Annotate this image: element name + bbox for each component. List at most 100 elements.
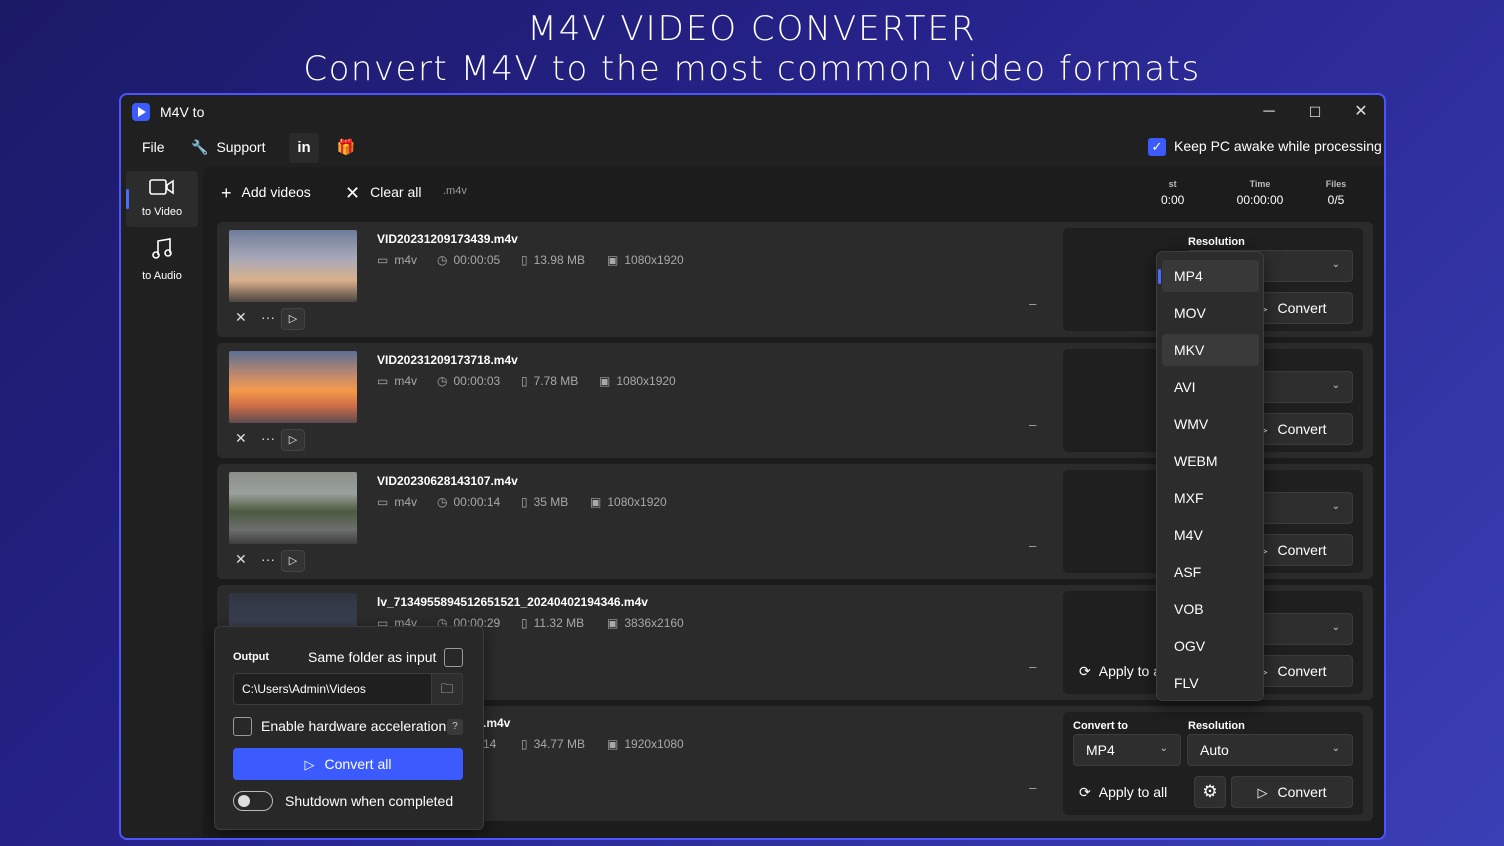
stat-time: Time 00:00:00: [1235, 179, 1285, 207]
format-option-wmv[interactable]: WMV: [1162, 408, 1259, 440]
stat-files-value: 0/5: [1327, 193, 1345, 207]
minimize-button[interactable]: ─: [1249, 99, 1289, 125]
apply-to-all-button[interactable]: ⟳ Apply to all: [1079, 784, 1167, 801]
document-icon: ▯: [521, 495, 528, 509]
convert-all-label: Convert all: [324, 756, 392, 772]
format-option-mp4[interactable]: MP4: [1162, 260, 1259, 292]
banner-subtitle: Convert M4V to the most common video for…: [303, 49, 1201, 89]
more-options-button[interactable]: ···: [261, 309, 275, 325]
hw-accel-label: Enable hardware acceleration: [261, 718, 447, 734]
output-label: Output: [233, 651, 270, 663]
ellipsis-icon: ···: [261, 430, 275, 446]
sidebar-item-to-audio[interactable]: to Audio: [126, 231, 198, 287]
remove-file-button[interactable]: ✕: [235, 551, 247, 568]
format-option-ogv[interactable]: OGV: [1162, 630, 1259, 662]
file-duration: ◷ 00:00:14: [437, 495, 500, 509]
preview-play-button[interactable]: ▷: [281, 429, 305, 451]
resolution-icon: ▣: [599, 374, 611, 388]
stat-files-label: Files: [1325, 179, 1347, 189]
stat-time-value: 00:00:00: [1236, 193, 1284, 207]
sidebar-item-to-video[interactable]: to Video: [126, 171, 198, 227]
file-size-value: 7.78 MB: [533, 374, 579, 388]
resolution-select[interactable]: Auto ⌄: [1187, 734, 1353, 766]
clock-icon: ◷: [437, 495, 448, 509]
hw-accel-checkbox[interactable]: [233, 717, 252, 736]
resolution-label: Resolution: [1188, 720, 1245, 732]
video-thumbnail[interactable]: [229, 230, 357, 302]
format-option-flv[interactable]: FLV: [1162, 667, 1259, 699]
output-path-field[interactable]: C:\Users\Admin\Videos: [233, 673, 463, 705]
same-folder-checkbox[interactable]: [444, 648, 463, 667]
settings-button[interactable]: ⚙: [1194, 776, 1226, 808]
convert-label: Convert: [1277, 421, 1327, 437]
file-size: ▯ 7.78 MB: [521, 374, 578, 388]
x-icon: ✕: [345, 183, 361, 203]
menu-file[interactable]: File: [142, 139, 165, 155]
video-thumbnail[interactable]: [229, 472, 357, 544]
format-option-webm[interactable]: WEBM: [1162, 445, 1259, 477]
more-options-button[interactable]: ···: [261, 551, 275, 567]
file-format: ▭ m4v: [377, 253, 417, 267]
format-icon: ▭: [377, 374, 389, 388]
add-videos-button[interactable]: + Add videos: [221, 183, 311, 204]
file-size: ▯ 35 MB: [521, 495, 568, 509]
preview-play-button[interactable]: ▷: [281, 550, 305, 572]
apply-to-all-button[interactable]: ⟳ Apply to all: [1079, 663, 1167, 680]
browse-folder-button[interactable]: 🗀: [431, 673, 463, 705]
play-icon: ▷: [288, 434, 298, 446]
video-thumbnail[interactable]: [229, 351, 357, 423]
convert-to-select[interactable]: MP4 ⌄: [1073, 734, 1181, 766]
progress-status: –: [1029, 780, 1037, 795]
format-option-mkv[interactable]: MKV: [1162, 334, 1259, 366]
linkedin-icon: in: [297, 139, 311, 156]
convert-all-button[interactable]: ▷ Convert all: [233, 748, 463, 780]
file-name: VID20230628143107.m4v: [377, 474, 518, 488]
menu-support[interactable]: 🔧 Support: [191, 139, 265, 156]
stat-elapsed: st 0:00: [1161, 179, 1184, 207]
sidebar: to Video to Audio: [121, 167, 201, 838]
stat-files: Files 0/5: [1321, 179, 1351, 207]
keep-awake-label: Keep PC awake while processing: [1174, 138, 1382, 154]
app-window: M4V to ─ ☐ ✕ File 🔧 Support in 🎁 ✓ Keep P…: [119, 93, 1386, 840]
stat-time-label: Time: [1249, 179, 1271, 189]
file-size-value: 11.32 MB: [533, 616, 585, 630]
extension-filter: .m4v: [443, 185, 467, 197]
app-logo-icon: [132, 103, 150, 121]
file-format: ▭ m4v: [377, 495, 417, 509]
file-size: ▯ 11.32 MB: [521, 616, 584, 630]
file-resolution-value: 1920x1080: [624, 737, 684, 751]
file-name: VID20231209173718.m4v: [377, 353, 518, 367]
format-option-m4v[interactable]: M4V: [1162, 519, 1259, 551]
file-resolution: ▣ 3836x2160: [607, 616, 684, 630]
file-format-value: m4v: [394, 253, 418, 267]
progress-status: –: [1029, 296, 1037, 311]
keep-awake-checkbox[interactable]: ✓: [1148, 138, 1166, 156]
format-option-mov[interactable]: MOV: [1162, 297, 1259, 329]
linkedin-button[interactable]: in: [289, 133, 319, 163]
convert-button[interactable]: ▷ Convert: [1231, 776, 1353, 808]
close-window-button[interactable]: ✕: [1341, 99, 1381, 125]
format-option-mxf[interactable]: MXF: [1162, 482, 1259, 514]
remove-file-button[interactable]: ✕: [235, 309, 247, 326]
conversion-settings: Convert to MP4 ⌄ Resolution Auto ⌄ ⟳ Apply …: [1063, 712, 1363, 815]
video-camera-icon: [126, 177, 198, 202]
remove-file-button[interactable]: ✕: [235, 430, 247, 447]
stat-elapsed-value: 0:00: [1161, 193, 1185, 207]
preview-play-button[interactable]: ▷: [281, 308, 305, 330]
help-icon[interactable]: ?: [447, 719, 463, 735]
gift-button[interactable]: 🎁: [331, 133, 361, 163]
clear-all-button[interactable]: ✕ Clear all: [345, 183, 421, 204]
resolution-icon: ▣: [607, 253, 619, 267]
more-options-button[interactable]: ···: [261, 430, 275, 446]
format-option-avi[interactable]: AVI: [1162, 371, 1259, 403]
format-option-vob[interactable]: VOB: [1162, 593, 1259, 625]
play-icon: ▷: [288, 555, 298, 567]
resolution-value: Auto: [1200, 742, 1229, 758]
title-bar: M4V to ─ ☐ ✕: [121, 95, 1384, 129]
format-option-asf[interactable]: ASF: [1162, 556, 1259, 588]
file-format: ▭ m4v: [377, 374, 417, 388]
file-duration-value: 14: [483, 737, 497, 751]
file-resolution: ▣ 1080x1920: [599, 374, 676, 388]
shutdown-toggle[interactable]: [233, 791, 273, 811]
maximize-button[interactable]: ☐: [1295, 99, 1335, 125]
